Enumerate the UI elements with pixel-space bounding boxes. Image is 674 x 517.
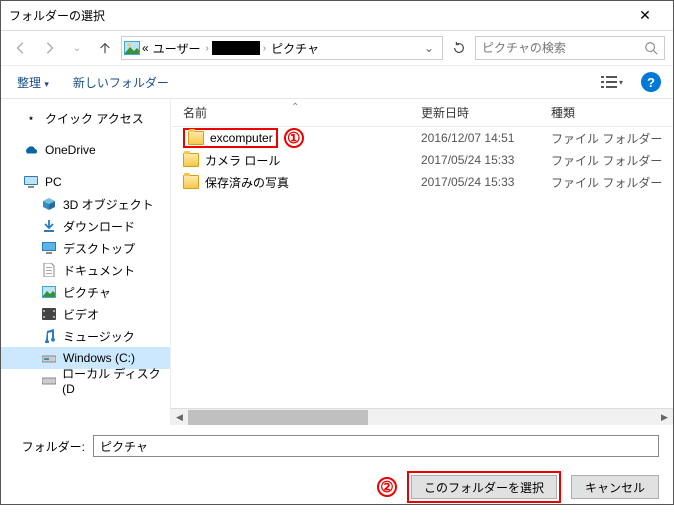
annotation-box-1: excomputer <box>183 128 278 148</box>
breadcrumb-prefix: « <box>140 41 151 55</box>
chevron-right-icon: › <box>260 43 269 54</box>
select-folder-button[interactable]: このフォルダーを選択 <box>411 475 557 499</box>
annotation-label-1: ① <box>284 128 304 148</box>
window-title: フォルダーの選択 <box>9 7 625 24</box>
toolbar: 整理 ▾ 新しいフォルダー ▾ ? <box>1 65 673 99</box>
pictures-icon <box>124 41 140 55</box>
tree-quick-access[interactable]: ⋆クイック アクセス <box>1 107 170 129</box>
nav-bar: ⌄ « ユーザー › › ピクチャ ⌄ <box>1 31 673 65</box>
breadcrumb-pictures[interactable]: ピクチャ <box>269 40 321 57</box>
drive-icon <box>41 372 56 388</box>
bottom-panel: フォルダー: ② このフォルダーを選択 キャンセル <box>1 425 673 517</box>
search-icon <box>644 41 658 55</box>
column-headers[interactable]: 名前⌃ 更新日時 種類 <box>171 99 673 127</box>
folder-icon <box>188 131 204 145</box>
file-name: 保存済みの写真 <box>205 174 289 191</box>
file-pane: 名前⌃ 更新日時 種類 excomputer ① 2016/12/07 14:5… <box>171 99 673 425</box>
search-input[interactable] <box>482 41 644 55</box>
tree-onedrive[interactable]: OneDrive <box>1 139 170 161</box>
file-row[interactable]: カメラ ロール 2017/05/24 15:33 ファイル フォルダー <box>171 149 673 171</box>
up-button[interactable] <box>93 36 117 60</box>
file-date: 2017/05/24 15:33 <box>421 153 551 167</box>
quick-access-icon: ⋆ <box>23 110 39 126</box>
breadcrumb-user-redacted[interactable] <box>212 41 260 55</box>
drive-icon <box>41 350 57 366</box>
horizontal-scrollbar[interactable]: ◀ ▶ <box>171 408 673 425</box>
column-name[interactable]: 名前⌃ <box>171 104 421 121</box>
column-type[interactable]: 種類 <box>551 104 673 121</box>
scroll-right-icon[interactable]: ▶ <box>656 409 673 426</box>
sort-arrow-icon: ⌃ <box>291 102 299 113</box>
tree-videos[interactable]: ビデオ <box>1 303 170 325</box>
folder-input[interactable] <box>93 435 659 457</box>
scroll-left-icon[interactable]: ◀ <box>171 409 188 426</box>
file-type: ファイル フォルダー <box>551 152 673 169</box>
back-button[interactable] <box>9 36 33 60</box>
tree-pictures[interactable]: ピクチャ <box>1 281 170 303</box>
onedrive-icon <box>23 142 39 158</box>
document-icon <box>41 262 57 278</box>
tree-documents[interactable]: ドキュメント <box>1 259 170 281</box>
desktop-icon <box>41 240 57 256</box>
address-bar[interactable]: « ユーザー › › ピクチャ ⌄ <box>121 36 443 60</box>
title-bar: フォルダーの選択 ✕ <box>1 1 673 31</box>
file-name: カメラ ロール <box>205 152 280 169</box>
video-icon <box>41 306 57 322</box>
folder-icon <box>183 153 199 167</box>
music-icon <box>41 328 57 344</box>
cube-icon <box>41 196 57 212</box>
breadcrumb-users[interactable]: ユーザー <box>151 40 203 57</box>
scroll-thumb[interactable] <box>188 410 368 425</box>
tree-music[interactable]: ミュージック <box>1 325 170 347</box>
forward-button[interactable] <box>37 36 61 60</box>
recent-dropdown[interactable]: ⌄ <box>65 36 89 60</box>
new-folder-button[interactable]: 新しいフォルダー <box>69 72 173 93</box>
tree-d-drive[interactable]: ローカル ディスク (D <box>1 369 170 391</box>
file-date: 2017/05/24 15:33 <box>421 175 551 189</box>
chevron-right-icon: › <box>202 43 211 54</box>
tree-downloads[interactable]: ダウンロード <box>1 215 170 237</box>
pc-icon <box>23 174 39 190</box>
file-name: excomputer <box>210 131 273 145</box>
file-type: ファイル フォルダー <box>551 130 673 147</box>
refresh-button[interactable] <box>447 36 471 60</box>
file-date: 2016/12/07 14:51 <box>421 131 551 145</box>
close-button[interactable]: ✕ <box>625 7 665 24</box>
folder-label: フォルダー: <box>15 438 85 455</box>
navigation-tree[interactable]: ⋆クイック アクセス OneDrive PC 3D オブジェクト ダウンロード … <box>1 99 171 425</box>
search-box[interactable] <box>475 36 665 60</box>
pictures-icon <box>41 284 57 300</box>
file-row[interactable]: 保存済みの写真 2017/05/24 15:33 ファイル フォルダー <box>171 171 673 193</box>
file-type: ファイル フォルダー <box>551 174 673 191</box>
help-button[interactable]: ? <box>641 72 661 92</box>
organize-button[interactable]: 整理 ▾ <box>13 72 53 93</box>
annotation-box-2: このフォルダーを選択 <box>407 471 561 503</box>
tree-3d-objects[interactable]: 3D オブジェクト <box>1 193 170 215</box>
file-list[interactable]: excomputer ① 2016/12/07 14:51 ファイル フォルダー… <box>171 127 673 408</box>
tree-pc[interactable]: PC <box>1 171 170 193</box>
annotation-label-2: ② <box>377 477 397 497</box>
address-dropdown[interactable]: ⌄ <box>418 41 440 55</box>
view-options-button[interactable]: ▾ <box>599 71 625 93</box>
folder-icon <box>183 175 199 189</box>
download-icon <box>41 218 57 234</box>
cancel-button[interactable]: キャンセル <box>571 475 659 499</box>
file-row[interactable]: excomputer ① 2016/12/07 14:51 ファイル フォルダー <box>171 127 673 149</box>
column-modified[interactable]: 更新日時 <box>421 104 551 121</box>
tree-desktop[interactable]: デスクトップ <box>1 237 170 259</box>
